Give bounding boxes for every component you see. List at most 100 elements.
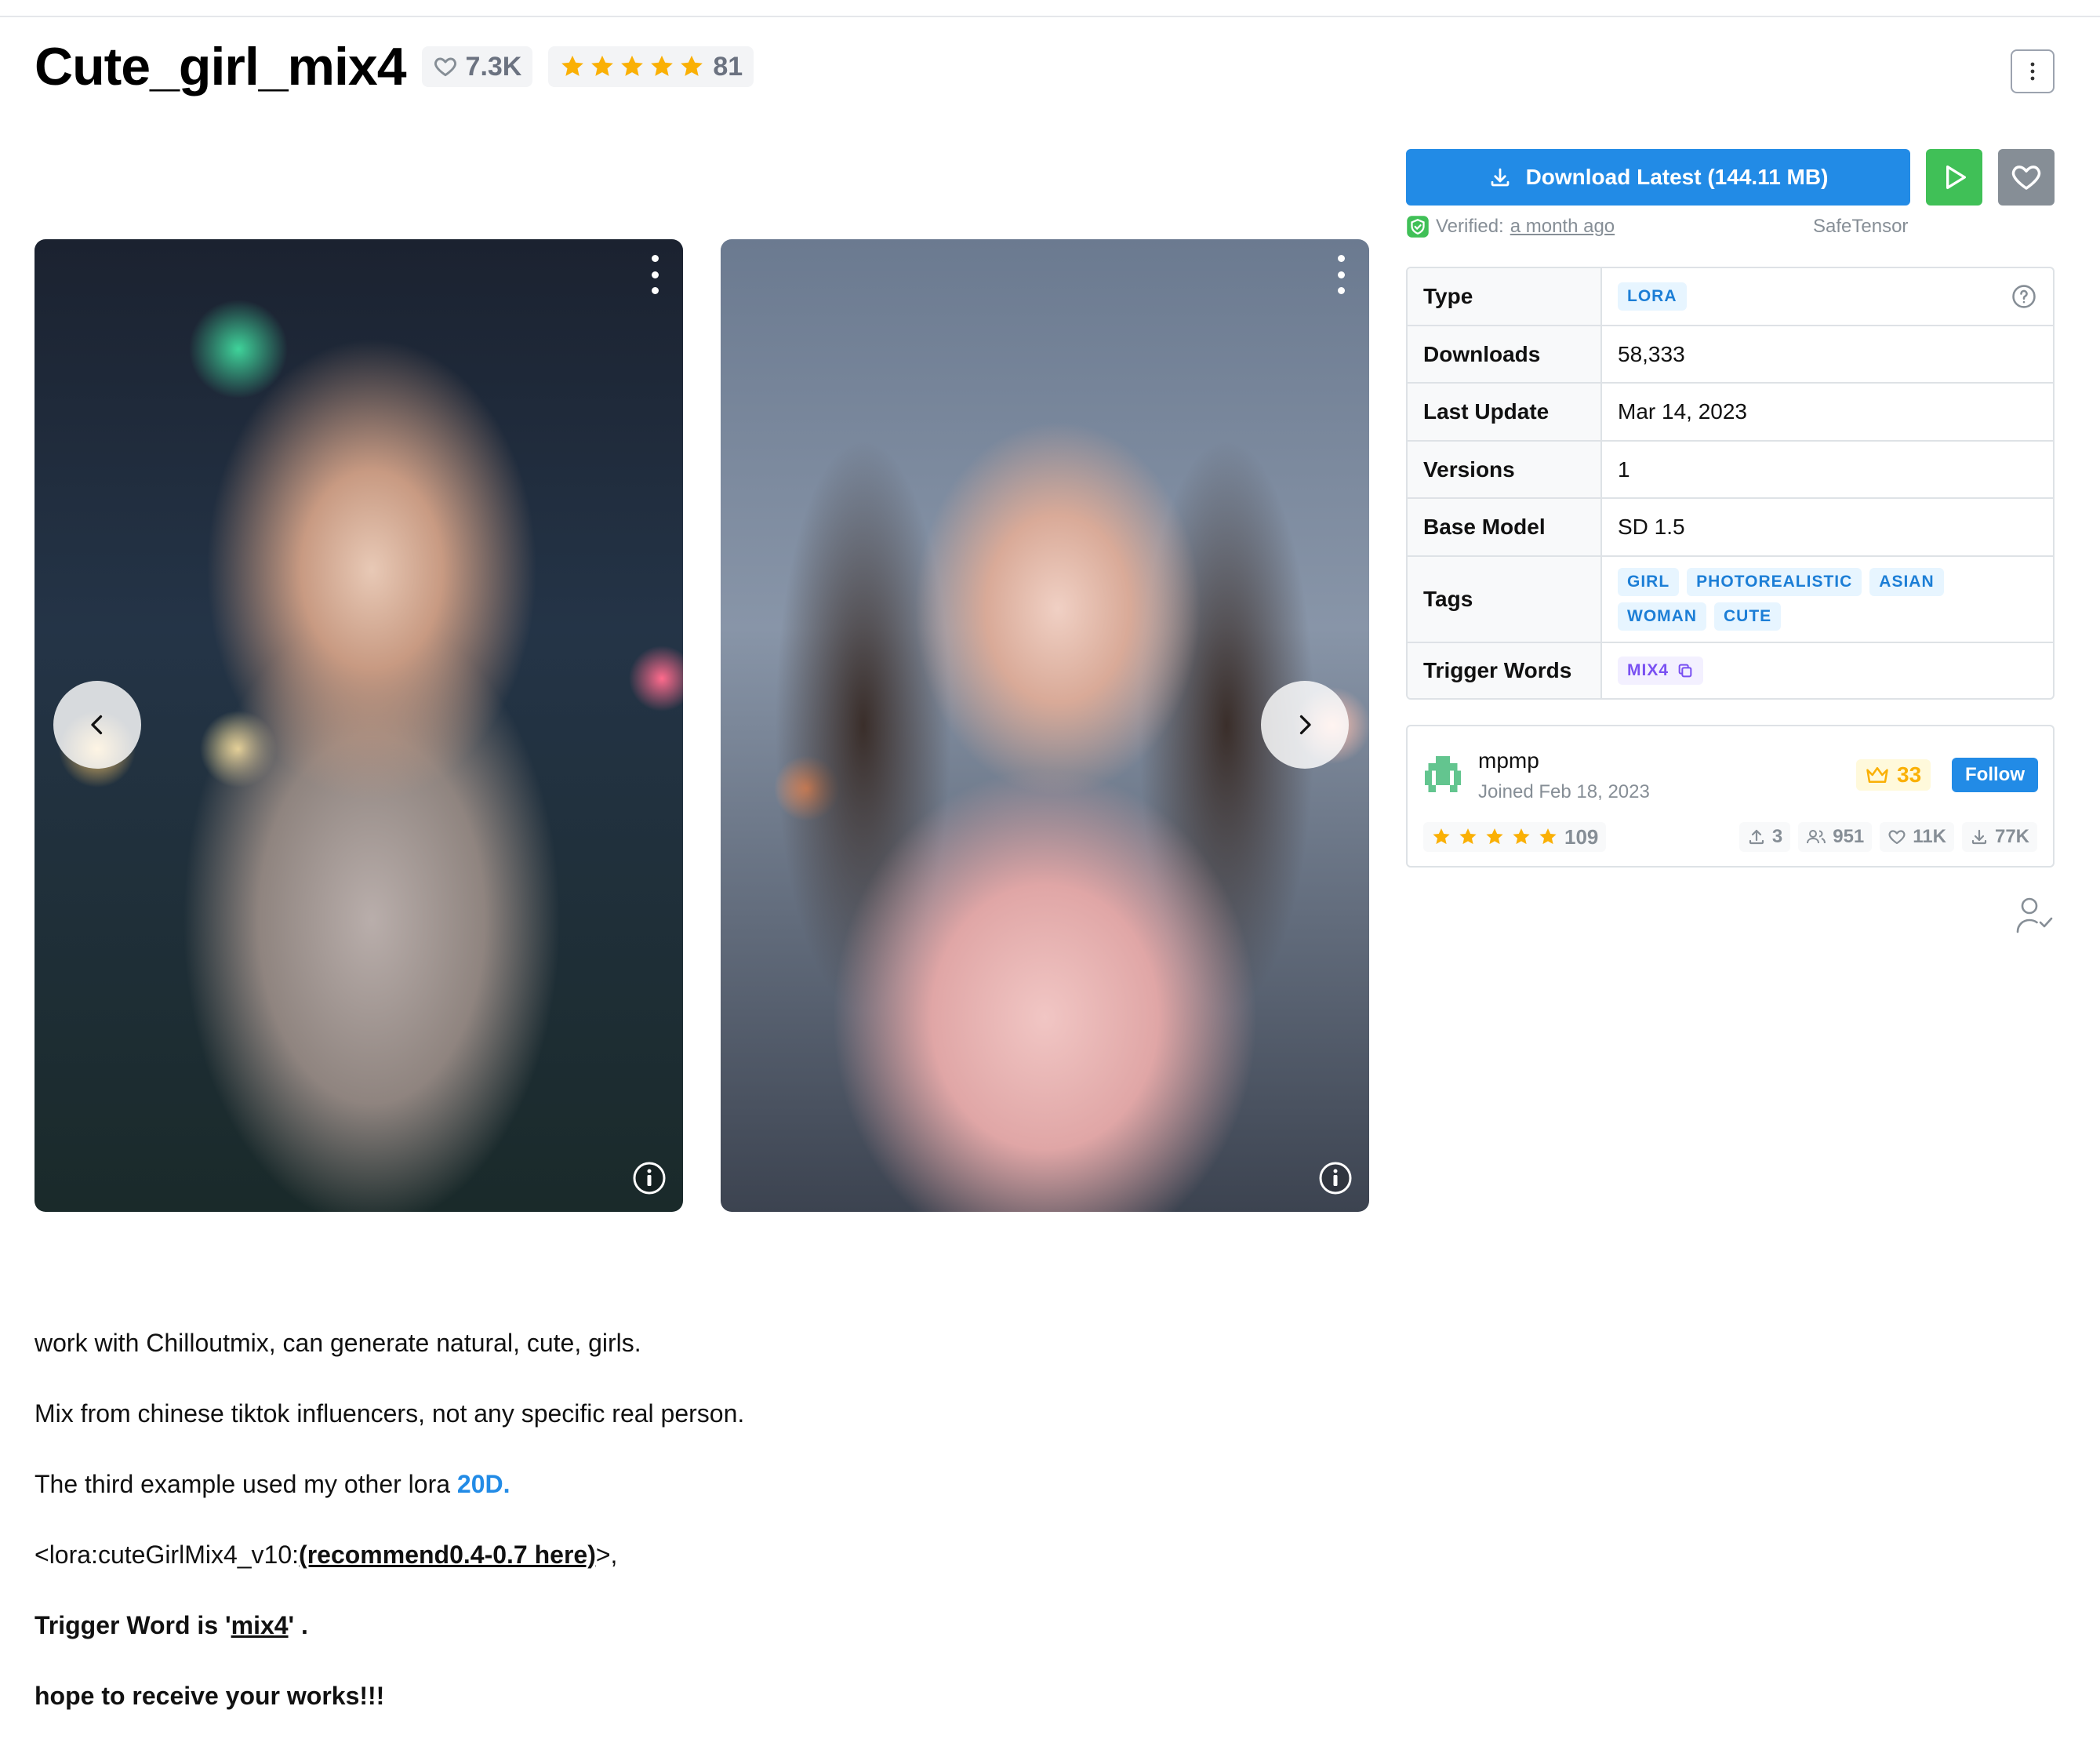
- model-header: Cute_girl_mix4 7.3K 81: [35, 35, 754, 99]
- avatar[interactable]: [1425, 756, 1461, 792]
- likes-stat: 11K: [1880, 822, 1954, 852]
- chevron-right-icon: [1299, 715, 1311, 735]
- description-paragraph: Trigger Word is 'mix4' .: [35, 1608, 1289, 1642]
- tag-badge[interactable]: WOMAN: [1618, 602, 1706, 631]
- heart-icon: [434, 57, 456, 77]
- gallery-prev-button[interactable]: [53, 681, 141, 769]
- recommend-weight-link[interactable]: (recommend0.4-0.7 here): [299, 1541, 596, 1569]
- description-text: The third example used my other lora: [35, 1470, 457, 1498]
- detail-row-downloads: Downloads 58,333: [1408, 325, 2053, 382]
- followers-stat: 951: [1798, 822, 1873, 852]
- rating-count: 81: [713, 51, 743, 82]
- info-icon[interactable]: [631, 1160, 667, 1196]
- star-icon: [1539, 828, 1557, 845]
- info-icon[interactable]: [1317, 1160, 1353, 1196]
- heart-icon: [2011, 166, 2041, 190]
- detail-row-base-model: Base Model SD 1.5: [1408, 497, 2053, 555]
- more-options-button[interactable]: [2011, 49, 2055, 93]
- description-paragraph: <lora:cuteGirlMix4_v10:(recommend0.4-0.7…: [35, 1537, 1289, 1572]
- star-icon: [621, 55, 644, 76]
- download-icon: [1971, 829, 1987, 845]
- download-icon: [1491, 168, 1509, 187]
- detail-value: 58,333: [1618, 341, 1685, 366]
- user-check-icon[interactable]: [2014, 894, 2055, 935]
- lora-20d-link[interactable]: 20D.: [457, 1470, 510, 1498]
- creator-rating: 109: [1423, 822, 1607, 852]
- detail-key: Trigger Words: [1408, 643, 1602, 698]
- verified-date-link[interactable]: a month ago: [1510, 216, 1615, 238]
- creator-card: mpmp Joined Feb 18, 2023 33 Follow 109 3…: [1406, 725, 2055, 868]
- creator-name[interactable]: mpmp: [1478, 748, 1539, 773]
- detail-value: SD 1.5: [1618, 515, 1685, 539]
- verified-prefix: Verified:: [1436, 216, 1504, 237]
- image-menu-button[interactable]: [1333, 255, 1349, 294]
- followers-count: 951: [1833, 826, 1865, 847]
- verified-status: Verified: a month ago: [1406, 215, 1615, 238]
- description-paragraph: hope to receive your works!!!: [35, 1679, 1289, 1713]
- rating-badge[interactable]: 81: [548, 46, 754, 87]
- model-details-table: Type LORA Downloads 58,333 Last Update M…: [1406, 267, 2055, 700]
- favorite-count: 7.3K: [465, 51, 522, 82]
- favorite-count-badge[interactable]: 7.3K: [421, 46, 533, 87]
- type-badge: LORA: [1618, 282, 1687, 311]
- detail-value: LORA: [1602, 268, 2053, 325]
- page-title: Cute_girl_mix4: [35, 37, 407, 96]
- gallery-next-button[interactable]: [1261, 681, 1349, 769]
- trigger-word-link[interactable]: mix4: [231, 1611, 289, 1639]
- trigger-text-suffix: ' .: [288, 1611, 308, 1639]
- shield-check-icon: [1407, 216, 1429, 238]
- tag-list: GIRL PHOTOREALISTIC ASIAN WOMAN CUTE: [1618, 558, 2037, 640]
- favorite-button[interactable]: [1998, 149, 2055, 206]
- detail-key: Tags: [1408, 557, 1602, 642]
- detail-key: Base Model: [1408, 499, 1602, 555]
- detail-key: Type: [1408, 268, 1602, 325]
- detail-row-trigger-words: Trigger Words MIX4: [1408, 642, 2053, 698]
- tag-badge[interactable]: GIRL: [1618, 568, 1680, 596]
- detail-row-versions: Versions 1: [1408, 440, 2053, 497]
- star-icon: [561, 55, 584, 76]
- trigger-word: MIX4: [1627, 661, 1669, 679]
- users-icon: [1807, 830, 1826, 844]
- star-icon: [651, 55, 674, 76]
- detail-row-tags: Tags GIRL PHOTOREALISTIC ASIAN WOMAN CUT…: [1408, 555, 2053, 642]
- downloads-count: 77K: [1994, 826, 2029, 847]
- tag-badge[interactable]: CUTE: [1713, 602, 1782, 631]
- copy-icon[interactable]: [1677, 662, 1694, 679]
- description-paragraph: work with Chilloutmix, can generate natu…: [35, 1329, 641, 1357]
- trigger-word-badge[interactable]: MIX4: [1618, 657, 1704, 685]
- detail-key: Versions: [1408, 442, 1602, 497]
- upload-icon: [1749, 829, 1764, 845]
- creator-rank-value: 33: [1897, 762, 1922, 787]
- uploads-count: 3: [1771, 826, 1783, 847]
- run-button[interactable]: [1926, 149, 1982, 206]
- help-icon[interactable]: [2011, 283, 2037, 310]
- download-label: Download Latest (144.11 MB): [1525, 165, 1829, 189]
- lora-syntax-prefix: <lora:cuteGirlMix4_v10:: [35, 1541, 300, 1569]
- crown-icon: [1866, 767, 1888, 783]
- tag-badge[interactable]: ASIAN: [1869, 568, 1944, 596]
- creator-rank-badge: 33: [1856, 759, 1931, 791]
- detail-value: Mar 14, 2023: [1618, 399, 1747, 424]
- image-menu-button[interactable]: [647, 255, 663, 294]
- chevron-left-icon: [91, 715, 103, 735]
- download-button[interactable]: Download Latest (144.11 MB): [1406, 149, 1910, 206]
- creator-stats: 3 951 11K 77K: [1738, 822, 2037, 852]
- heart-icon: [1888, 830, 1906, 845]
- star-icon: [1513, 828, 1530, 845]
- likes-count: 11K: [1913, 826, 1946, 847]
- star-icon: [591, 55, 614, 76]
- rating-stars: [559, 53, 705, 80]
- play-icon: [1946, 166, 1966, 189]
- uploads-stat: 3: [1738, 822, 1791, 852]
- detail-value: MIX4: [1602, 643, 2053, 698]
- detail-row-type: Type LORA: [1408, 268, 2053, 325]
- description-paragraph: The third example used my other lora 20D…: [35, 1467, 1289, 1501]
- star-icon: [681, 55, 703, 76]
- file-format: SafeTensor: [1813, 216, 1909, 237]
- follow-button[interactable]: Follow: [1952, 758, 2038, 792]
- tag-badge[interactable]: PHOTOREALISTIC: [1687, 568, 1862, 596]
- creator-joined-date: Joined Feb 18, 2023: [1478, 781, 1650, 802]
- lora-syntax-suffix: >,: [595, 1541, 618, 1569]
- star-icon: [1486, 828, 1503, 845]
- trigger-text-prefix: Trigger Word is ': [35, 1611, 231, 1639]
